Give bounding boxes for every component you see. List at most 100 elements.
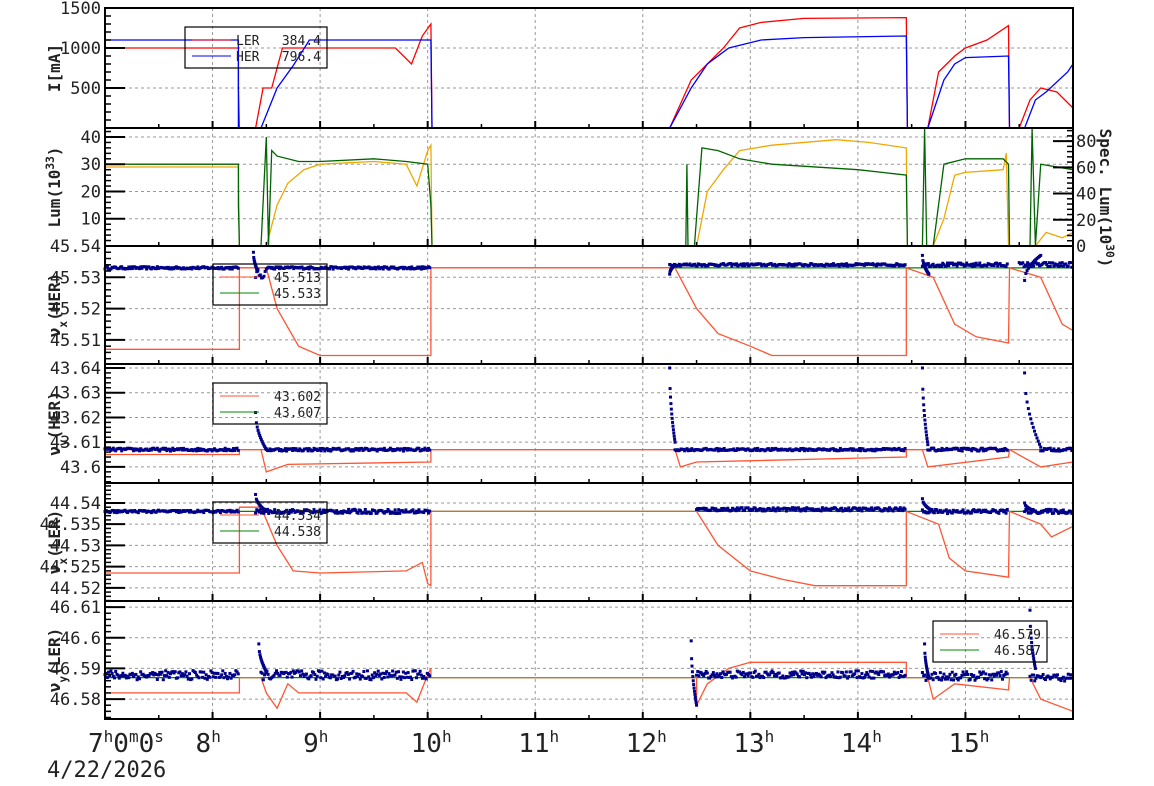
measured-point	[668, 395, 672, 399]
measured-point	[966, 672, 970, 676]
measured-point	[951, 678, 955, 682]
measured-point	[413, 669, 417, 673]
measured-point	[1039, 253, 1043, 257]
x-tick-label: 12h	[626, 727, 667, 759]
measured-point	[705, 671, 709, 675]
measured-point	[266, 672, 270, 676]
measured-point	[672, 431, 676, 435]
measured-point	[1005, 448, 1009, 452]
panel-nuy-ler: 46.57946.58746.5846.5946.646.61νy(LER)	[45, 598, 1074, 720]
y-tick-label: 30	[81, 155, 101, 175]
y-tick-label: 45.54	[50, 237, 101, 257]
x-tick-label: 9h	[303, 727, 328, 759]
measured-point	[1032, 673, 1036, 677]
measured-point	[326, 673, 330, 677]
measured-point	[233, 673, 237, 677]
measured-point	[220, 673, 224, 677]
measured-point	[903, 263, 907, 267]
measured-point	[176, 676, 180, 680]
measured-point	[155, 677, 159, 681]
measured-point	[348, 677, 352, 681]
legend-value: 43.607	[274, 406, 321, 421]
measured-point	[947, 675, 951, 679]
y-axis-label: Lum(1033)	[44, 147, 65, 228]
y-tick-label: 43.64	[50, 359, 101, 379]
measured-point	[1034, 433, 1038, 437]
legend: 46.57946.587	[932, 620, 1048, 663]
panel-frame	[104, 600, 1074, 720]
panel-nux-her: 45.51345.53345.5145.5245.5345.54νx(HER)	[45, 237, 1074, 365]
measured-point	[110, 671, 114, 675]
measured-point	[978, 261, 982, 265]
measured-point	[1029, 417, 1033, 421]
measured-point	[670, 412, 674, 416]
measured-point	[671, 428, 675, 432]
measured-point	[114, 670, 118, 674]
measured-point	[866, 673, 870, 677]
measured-point	[173, 670, 177, 674]
measured-point	[1033, 666, 1037, 670]
measured-point	[328, 676, 332, 680]
measured-point	[1031, 425, 1035, 429]
measured-point	[393, 673, 397, 677]
measured-point	[692, 686, 696, 690]
measured-point	[986, 677, 990, 681]
measured-point	[927, 272, 931, 276]
label-part: 33	[44, 156, 57, 170]
measured-point	[160, 670, 164, 674]
measured-point	[251, 250, 255, 254]
measured-point	[190, 677, 194, 681]
measured-point	[673, 437, 677, 441]
measured-point	[673, 263, 677, 267]
measured-point	[418, 669, 422, 673]
label-part: m	[129, 727, 139, 746]
measured-point	[1028, 608, 1032, 612]
measured-point	[998, 674, 1002, 678]
label-part: (HER)	[45, 391, 64, 439]
measured-point	[365, 669, 369, 673]
measured-point	[777, 671, 781, 675]
measured-point	[343, 674, 347, 678]
measured-point	[321, 677, 325, 681]
measured-point	[775, 674, 779, 678]
measured-point	[690, 657, 694, 661]
measured-point	[746, 674, 750, 678]
measured-point	[424, 677, 428, 681]
y-tick-label: 43.6	[60, 458, 101, 478]
measured-point	[927, 676, 931, 680]
measured-point	[1055, 673, 1059, 677]
label-part: h	[442, 727, 452, 746]
legend: 44.53444.538	[212, 501, 328, 544]
measured-point	[961, 508, 965, 512]
measured-point	[258, 273, 262, 277]
measured-point	[257, 650, 261, 654]
label-part: h	[104, 727, 114, 746]
measured-point	[187, 672, 191, 676]
measured-point	[922, 414, 926, 418]
measured-point	[847, 675, 851, 679]
measured-point	[216, 672, 220, 676]
measured-point	[314, 677, 318, 681]
measured-point	[954, 672, 958, 676]
measured-point	[692, 683, 696, 687]
label-part: 15	[948, 729, 979, 759]
label-part: (HER)	[45, 273, 64, 321]
label-part: h	[765, 727, 775, 746]
label-part: 13	[733, 729, 764, 759]
measured-point	[1033, 679, 1037, 683]
right-y-tick-label: 40	[1076, 185, 1096, 205]
measured-point	[304, 672, 308, 676]
measured-point	[1035, 436, 1039, 440]
label-part: 9	[303, 729, 319, 759]
measured-point	[376, 669, 380, 673]
label-part: h	[980, 727, 990, 746]
measured-point	[872, 676, 876, 680]
measured-point	[877, 673, 881, 677]
measured-point	[920, 497, 924, 501]
measured-point	[1025, 400, 1029, 404]
y-tick-label: 44.52	[50, 579, 101, 599]
measured-point	[410, 678, 414, 682]
label-part: 7	[88, 729, 104, 759]
measured-point	[965, 670, 969, 674]
measured-point	[669, 402, 673, 406]
